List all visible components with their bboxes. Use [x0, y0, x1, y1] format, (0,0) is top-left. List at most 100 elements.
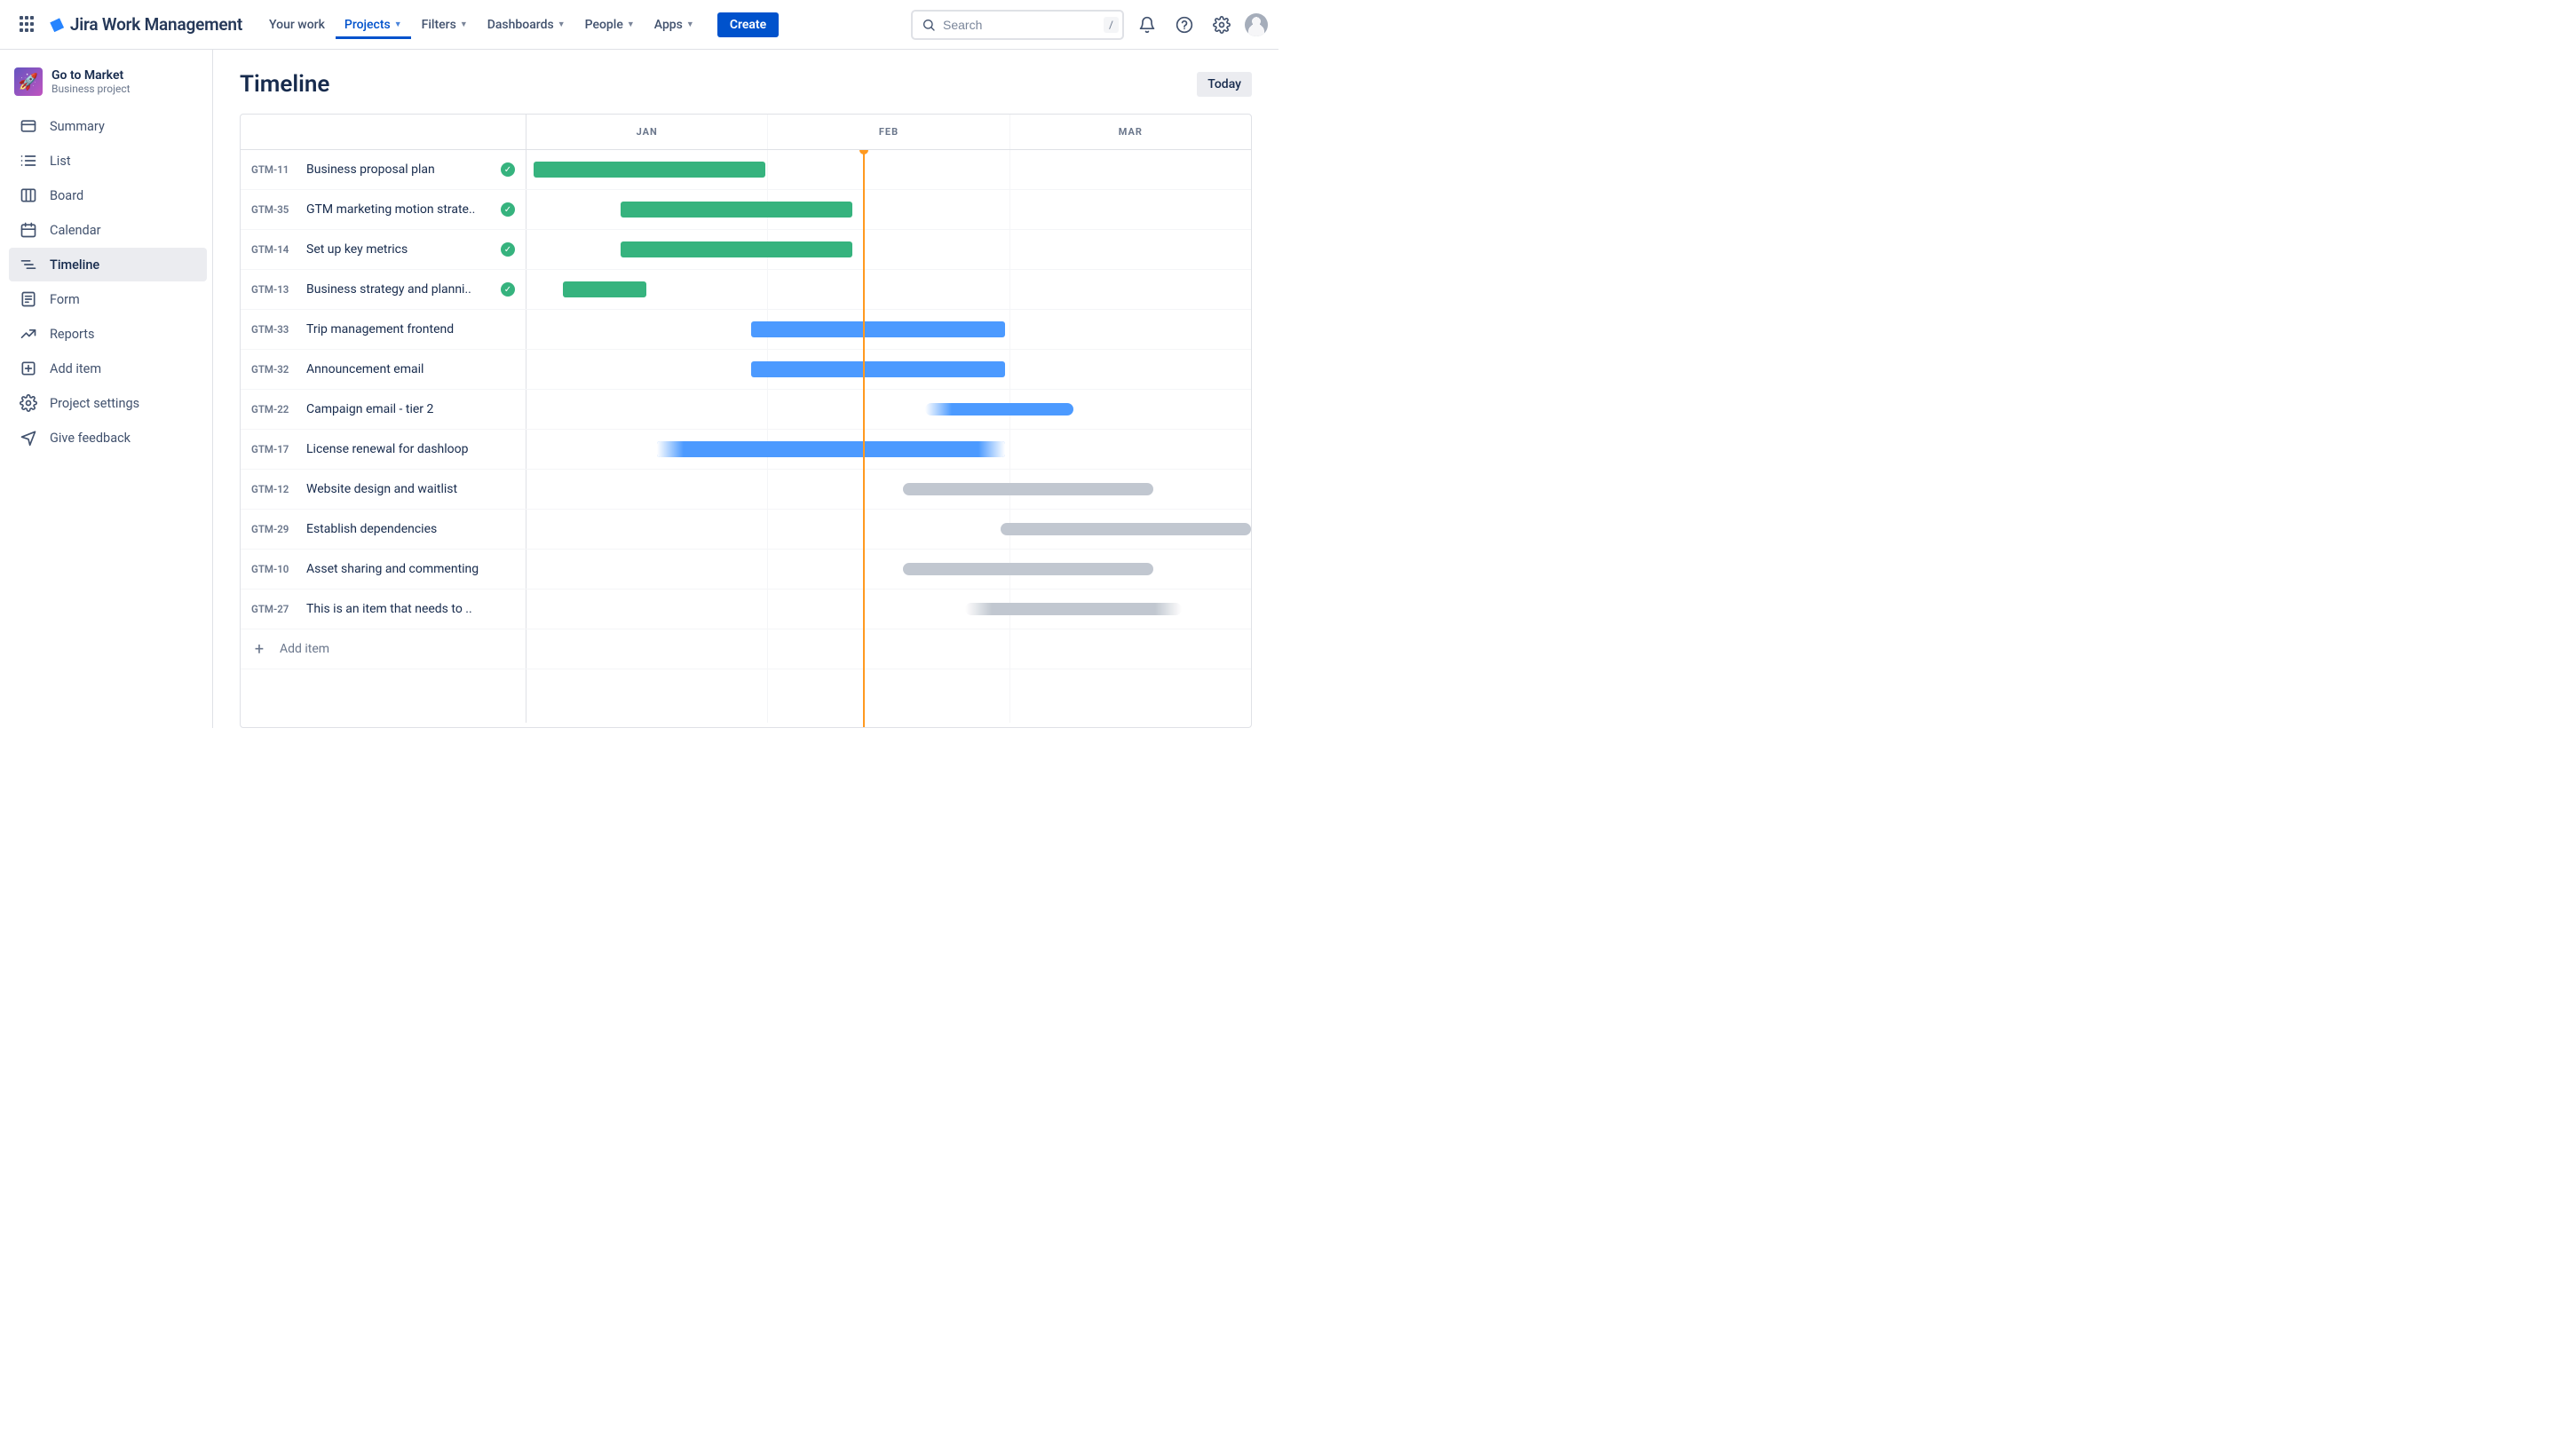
issue-title: Website design and waitlist: [306, 482, 515, 496]
timeline-row-chart: [526, 150, 1251, 189]
timeline-row[interactable]: GTM-35GTM marketing motion strate..✓: [241, 190, 1251, 230]
app-switcher-icon[interactable]: [18, 14, 39, 36]
board-icon: [20, 186, 37, 204]
timeline-row-info: GTM-12Website design and waitlist: [241, 470, 526, 509]
timeline-row-chart: [526, 550, 1251, 589]
timeline-bar[interactable]: [925, 403, 1073, 415]
timeline-bar[interactable]: [751, 321, 1005, 337]
timeline-row-info: GTM-27This is an item that needs to ..: [241, 590, 526, 629]
month-header-jan: JAN: [526, 115, 768, 149]
timeline-row[interactable]: GTM-12Website design and waitlist: [241, 470, 1251, 510]
status-done-icon: ✓: [501, 282, 515, 297]
nav-item-your-work[interactable]: Your work: [260, 12, 334, 38]
nav-item-filters[interactable]: Filters▼: [413, 12, 477, 38]
notifications-button[interactable]: [1133, 11, 1161, 39]
nav-item-people[interactable]: People▼: [576, 12, 644, 38]
issue-key: GTM-27: [251, 603, 299, 615]
sidebar-item-label: Add item: [50, 361, 101, 376]
timeline-bar[interactable]: [534, 162, 765, 178]
issue-title: Campaign email - tier 2: [306, 402, 515, 416]
timeline-row[interactable]: GTM-11Business proposal plan✓: [241, 150, 1251, 190]
timeline-row[interactable]: GTM-22 Campaign email - tier 2: [241, 390, 1251, 430]
sidebar-item-board[interactable]: Board: [9, 178, 207, 212]
bell-icon: [1138, 16, 1156, 34]
issue-key: GTM-14: [251, 243, 299, 256]
issue-title: Business strategy and planni..: [306, 282, 494, 297]
nav-item-label: Filters: [422, 18, 456, 32]
timeline-row-info: GTM-10Asset sharing and commenting: [241, 550, 526, 589]
settings-button[interactable]: [1207, 11, 1236, 39]
issue-key: GTM-33: [251, 323, 299, 336]
timeline-row-info: GTM-17License renewal for dashloop: [241, 430, 526, 469]
sidebar-item-summary[interactable]: Summary: [9, 109, 207, 143]
timeline-bar[interactable]: [751, 361, 1005, 377]
sidebar-item-add-item[interactable]: Add item: [9, 352, 207, 385]
timeline-bar[interactable]: [903, 483, 1153, 495]
status-done-icon: ✓: [501, 162, 515, 177]
additem-icon: [20, 360, 37, 377]
nav-item-apps[interactable]: Apps▼: [645, 12, 703, 38]
timeline-icon: [20, 256, 37, 273]
timeline-row[interactable]: GTM-14Set up key metrics✓: [241, 230, 1251, 270]
timeline-row[interactable]: GTM-33Trip management frontend: [241, 310, 1251, 350]
sidebar-item-label: Timeline: [50, 257, 99, 273]
issue-title: GTM marketing motion strate..: [306, 202, 494, 217]
timeline-row[interactable]: GTM-13Business strategy and planni..✓: [241, 270, 1251, 310]
sidebar-item-give-feedback[interactable]: Give feedback: [9, 421, 207, 455]
project-header[interactable]: 🚀 Go to Market Business project: [9, 64, 207, 108]
sidebar-item-list[interactable]: List: [9, 144, 207, 178]
form-icon: [20, 290, 37, 308]
nav-item-dashboards[interactable]: Dashboards ▼: [479, 12, 574, 38]
create-button[interactable]: Create: [717, 12, 779, 37]
timeline-row-chart: [526, 190, 1251, 229]
timeline-row[interactable]: GTM-27This is an item that needs to ..: [241, 590, 1251, 629]
timeline-row[interactable]: GTM-17License renewal for dashloop: [241, 430, 1251, 470]
profile-avatar[interactable]: [1245, 13, 1268, 36]
sidebar-item-timeline[interactable]: Timeline: [9, 248, 207, 281]
timeline-row-chart: [526, 510, 1251, 549]
search-box[interactable]: /: [911, 10, 1124, 40]
timeline-row-chart: [526, 350, 1251, 389]
timeline-bar[interactable]: [1001, 523, 1251, 535]
nav-item-projects[interactable]: Projects▼: [336, 12, 411, 38]
plus-icon: +: [251, 640, 267, 659]
timeline-row-chart: [526, 590, 1251, 629]
product-logo[interactable]: ◆ Jira Work Management: [50, 13, 242, 36]
timeline-bar[interactable]: [965, 603, 1183, 615]
help-icon: [1176, 16, 1193, 34]
sidebar-item-calendar[interactable]: Calendar: [9, 213, 207, 247]
page-title: Timeline: [240, 71, 329, 98]
timeline-row-chart: [526, 310, 1251, 349]
sidebar-item-label: Form: [50, 292, 80, 307]
sidebar-item-reports[interactable]: Reports: [9, 317, 207, 351]
sidebar-item-project-settings[interactable]: Project settings: [9, 386, 207, 420]
timeline-bar[interactable]: [903, 563, 1153, 575]
issue-key: GTM-32: [251, 363, 299, 376]
timeline-add-item-row[interactable]: +Add item: [241, 629, 1251, 669]
search-input[interactable]: [936, 18, 1104, 32]
summary-icon: [20, 117, 37, 135]
timeline-row[interactable]: GTM-29Establish dependencies: [241, 510, 1251, 550]
sidebar-item-form[interactable]: Form: [9, 282, 207, 316]
timeline-body[interactable]: GTM-11Business proposal plan✓ GTM-35 GTM m…: [241, 150, 1251, 727]
nav-item-label: Dashboards: [487, 18, 554, 32]
sidebar-item-label: Project settings: [50, 396, 139, 411]
feedback-icon: [20, 429, 37, 447]
timeline-row[interactable]: GTM-32Announcement email: [241, 350, 1251, 390]
help-button[interactable]: [1170, 11, 1199, 39]
issue-title: Establish dependencies: [306, 522, 515, 536]
issue-key: GTM-35: [251, 203, 299, 216]
timeline-bar[interactable]: [621, 202, 852, 218]
timeline-row-chart: [526, 230, 1251, 269]
timeline-row-info: GTM-13Business strategy and planni..✓: [241, 270, 526, 309]
timeline-row-chart: [526, 390, 1251, 429]
timeline-bar[interactable]: [621, 241, 852, 257]
jira-logo-icon: ◆: [46, 12, 67, 37]
today-button[interactable]: Today: [1197, 72, 1252, 97]
timeline-bar[interactable]: [657, 441, 1005, 457]
timeline-row[interactable]: GTM-10Asset sharing and commenting: [241, 550, 1251, 590]
chevron-down-icon: ▼: [558, 20, 566, 29]
issue-key: GTM-22: [251, 403, 299, 415]
search-shortcut-hint: /: [1104, 17, 1119, 33]
timeline-bar[interactable]: [563, 281, 646, 297]
